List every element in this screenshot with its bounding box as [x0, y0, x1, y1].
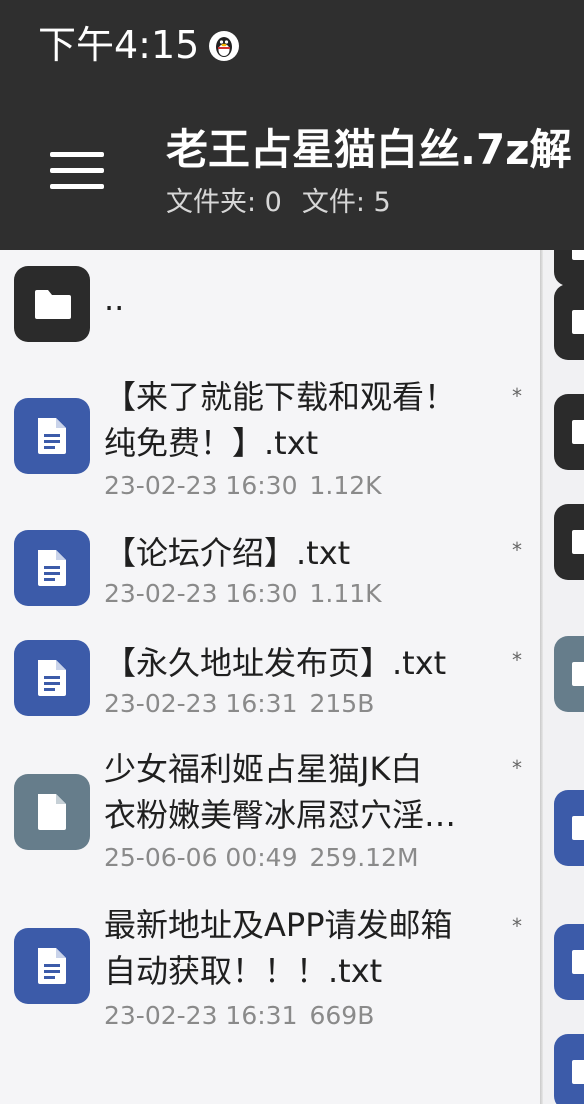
- qq-penguin-icon: [208, 30, 240, 62]
- file-flag: *: [512, 756, 522, 780]
- file-meta: 25-06-06 00:49 259.12M: [104, 842, 419, 874]
- folder-file-count: 文件夹: 0 文件: 5: [166, 186, 391, 220]
- file-size: 669B: [309, 1001, 375, 1030]
- file-size: 215B: [309, 689, 375, 718]
- file-size: 259.12M: [309, 843, 419, 872]
- folder-icon[interactable]: [554, 284, 584, 360]
- file-name: 【论坛介绍】.txt: [104, 534, 351, 572]
- file-flag: *: [512, 648, 522, 672]
- list-item-file[interactable]: 【论坛介绍】.txt 23-02-23 16:30 1.11K *: [0, 518, 540, 618]
- status-bar: 下午4:15: [0, 0, 584, 92]
- file-name-line2: 衣粉嫩美臀冰屌怼穴淫…: [104, 796, 457, 834]
- file-name-line2: 自动获取！！！.txt: [104, 952, 383, 990]
- generic-file-icon: [14, 774, 90, 850]
- file-name-line2: 纯免费！】.txt: [104, 424, 319, 462]
- folder-count: 文件夹: 0: [166, 187, 282, 218]
- file-meta: 23-02-23 16:31 215B: [104, 688, 374, 720]
- folder-icon[interactable]: [554, 250, 584, 286]
- file-date: 23-02-23 16:30: [104, 471, 298, 500]
- file-meta: 23-02-23 16:30 1.12K: [104, 470, 382, 502]
- list-item-file[interactable]: 【永久地址发布页】.txt 23-02-23 16:31 215B *: [0, 628, 540, 728]
- text-file-icon: [14, 530, 90, 606]
- folder-icon[interactable]: [554, 504, 584, 580]
- file-date: 25-06-06 00:49: [104, 843, 298, 872]
- secondary-pane: [543, 250, 584, 1104]
- file-size: 1.12K: [309, 471, 382, 500]
- file-name: 【永久地址发布页】.txt: [104, 644, 447, 682]
- hamburger-menu-icon[interactable]: [50, 152, 104, 192]
- file-flag: *: [512, 914, 522, 938]
- text-file-icon: [14, 398, 90, 474]
- file-meta: 23-02-23 16:31 669B: [104, 1000, 374, 1032]
- list-item-file[interactable]: 少女福利姬占星猫JK白 衣粉嫩美臀冰屌怼穴淫… 25-06-06 00:49 25…: [0, 746, 540, 886]
- file-name-line1: 少女福利姬占星猫JK白: [104, 750, 423, 788]
- list-item-file[interactable]: 【来了就能下载和观看！ 纯免费！】.txt 23-02-23 16:30 1.12…: [0, 366, 540, 506]
- file-flag: *: [512, 538, 522, 562]
- app-bar: 老王占星猫白丝.7z解 文件夹: 0 文件: 5: [0, 92, 584, 250]
- file-count: 文件: 5: [301, 187, 391, 218]
- generic-file-icon[interactable]: [554, 636, 584, 712]
- file-size: 1.11K: [309, 579, 382, 608]
- text-file-icon[interactable]: [554, 1034, 584, 1104]
- list-item-file[interactable]: 最新地址及APP请发邮箱 自动获取！！！.txt 23-02-23 16:31 6…: [0, 900, 540, 1040]
- file-date: 23-02-23 16:31: [104, 689, 298, 718]
- file-list: .. 【来了就能下载和观看！ 纯免费！】.txt 23-02-23 16:30 1…: [0, 250, 540, 1104]
- text-file-icon[interactable]: [554, 924, 584, 1000]
- file-meta: 23-02-23 16:30 1.11K: [104, 578, 382, 610]
- file-name-line1: 【来了就能下载和观看！: [104, 378, 457, 416]
- list-item-parent-folder[interactable]: ..: [0, 250, 540, 360]
- file-date: 23-02-23 16:31: [104, 1001, 298, 1030]
- file-flag: *: [512, 384, 522, 408]
- file-name: ..: [104, 280, 125, 318]
- text-file-icon: [14, 640, 90, 716]
- text-file-icon[interactable]: [554, 790, 584, 866]
- text-file-icon: [14, 928, 90, 1004]
- folder-icon: [14, 266, 90, 342]
- file-date: 23-02-23 16:30: [104, 579, 298, 608]
- status-time: 下午4:15: [38, 23, 200, 67]
- folder-icon[interactable]: [554, 394, 584, 470]
- page-title: 老王占星猫白丝.7z解: [166, 125, 572, 174]
- file-name-line1: 最新地址及APP请发邮箱: [104, 906, 453, 944]
